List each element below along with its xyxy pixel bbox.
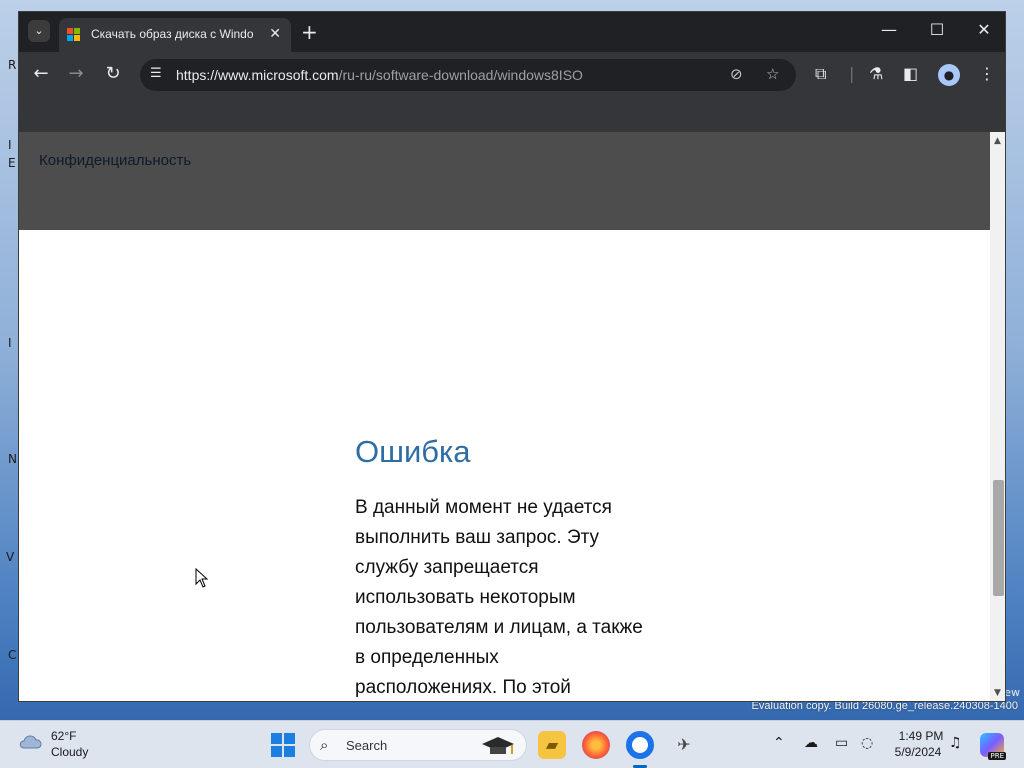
search-label: Search bbox=[346, 738, 388, 753]
desktop-icon-label[interactable]: V bbox=[6, 550, 14, 564]
error-line: использовать некоторым bbox=[355, 587, 576, 608]
page-viewport: Конфиденциальность Ошибка В данный момен… bbox=[19, 132, 990, 701]
weather-temperature[interactable]: 62°F bbox=[51, 729, 76, 743]
tab-search-button[interactable]: ⌄ bbox=[28, 20, 50, 42]
file-explorer-icon[interactable]: ▰ bbox=[538, 731, 566, 759]
weather-description[interactable]: Cloudy bbox=[51, 745, 88, 759]
error-line: пользователям и лицам, а также bbox=[355, 617, 643, 638]
extensions-icon[interactable]: ⧉ bbox=[815, 64, 826, 84]
reload-icon[interactable]: ↻ bbox=[101, 63, 125, 84]
bookmark-bar bbox=[19, 98, 1005, 132]
privacy-link[interactable]: Конфиденциальность bbox=[39, 152, 191, 169]
toolbar-divider: | bbox=[849, 64, 855, 83]
address-bar[interactable]: ☰ https://www.microsoft.com/ru-ru/softwa… bbox=[140, 59, 796, 91]
close-window-button[interactable]: ✕ bbox=[969, 20, 999, 39]
error-line: службу запрещается bbox=[355, 557, 539, 578]
tab-strip: ⌄ Скачать образ диска с Windo ✕ + — ☐ ✕ bbox=[19, 12, 1005, 52]
menu-kebab-icon[interactable]: ⋮ bbox=[979, 64, 995, 83]
error-line: В данный момент не удается bbox=[355, 497, 612, 518]
cloud-weather-icon[interactable] bbox=[18, 732, 44, 750]
desktop-icon-label[interactable]: E bbox=[8, 156, 16, 170]
taskbar-search[interactable]: ⌕ Search bbox=[309, 729, 527, 761]
drone-app-icon[interactable]: ✈ bbox=[670, 731, 698, 759]
page-scrollbar[interactable]: ▲ ▼ bbox=[990, 132, 1005, 701]
chrome-icon[interactable] bbox=[626, 731, 654, 759]
error-line: выполнить ваш запрос. Эту bbox=[355, 527, 600, 548]
tab-active[interactable]: Скачать образ диска с Windo ✕ bbox=[59, 18, 291, 52]
error-message: В данный момент не удается выполнить ваш… bbox=[355, 493, 675, 701]
url-text[interactable]: https://www.microsoft.com/ru-ru/software… bbox=[176, 67, 583, 83]
scroll-up-arrow-icon[interactable]: ▲ bbox=[994, 136, 1001, 146]
desktop-icon-label[interactable]: C bbox=[8, 648, 16, 662]
copilot-icon[interactable]: PRE bbox=[980, 733, 1006, 760]
clock-time[interactable]: 1:49 PM bbox=[896, 729, 946, 743]
cloud-offline-icon[interactable]: ☁ bbox=[804, 735, 818, 751]
desktop-icon-label[interactable]: I bbox=[8, 138, 12, 152]
chevron-down-icon: ⌄ bbox=[34, 24, 44, 37]
watermark-fragment: ew bbox=[1004, 686, 1020, 699]
forward-arrow-icon[interactable]: → bbox=[64, 63, 88, 84]
desktop-icon-label[interactable]: I bbox=[8, 336, 12, 350]
url-host: https://www.microsoft.com bbox=[176, 67, 339, 83]
error-line: в определенных bbox=[355, 647, 499, 668]
tab-title: Скачать образ диска с Windo bbox=[91, 27, 254, 41]
volume-muted-icon[interactable]: ◌ bbox=[861, 735, 873, 751]
firefox-icon[interactable] bbox=[582, 731, 610, 759]
star-icon[interactable]: ☆ bbox=[766, 65, 779, 83]
maximize-button[interactable]: ☐ bbox=[922, 20, 952, 39]
eye-slash-icon[interactable]: ⊘ bbox=[730, 65, 743, 83]
error-title: Ошибка bbox=[355, 434, 471, 469]
labs-flask-icon[interactable]: ⚗ bbox=[869, 64, 883, 83]
scrollbar-thumb[interactable] bbox=[993, 480, 1004, 596]
notification-bell-icon[interactable]: ♫ bbox=[949, 735, 962, 751]
chevron-up-icon[interactable]: ⌃ bbox=[773, 735, 785, 751]
minimize-button[interactable]: — bbox=[874, 20, 904, 39]
copilot-badge: PRE bbox=[988, 752, 1006, 760]
start-windows-icon[interactable] bbox=[271, 733, 295, 757]
graduation-cap-icon bbox=[482, 737, 514, 754]
taskbar: 62°F Cloudy ⌕ Search ▰ ✈ ⌃ ☁ ▭ ◌ 1:49 PM… bbox=[0, 720, 1024, 768]
desktop-icons: R I E I N V C bbox=[0, 0, 20, 720]
url-path: /ru-ru/software-download/windows8ISO bbox=[338, 67, 583, 83]
profile-avatar-icon[interactable]: ● bbox=[938, 64, 960, 86]
new-tab-button[interactable]: + bbox=[301, 20, 318, 44]
tab-close-icon[interactable]: ✕ bbox=[269, 26, 281, 42]
error-line: расположениях. По этой bbox=[355, 677, 571, 698]
side-panel-icon[interactable]: ◧ bbox=[903, 64, 918, 83]
desktop-icon-label[interactable]: R bbox=[8, 58, 16, 72]
browser-toolbar: ← → ↻ ☰ https://www.microsoft.com/ru-ru/… bbox=[19, 52, 1005, 98]
site-info-icon[interactable]: ☰ bbox=[150, 66, 162, 81]
browser-window: ⌄ Скачать образ диска с Windo ✕ + — ☐ ✕ … bbox=[18, 11, 1006, 702]
microsoft-logo-icon bbox=[67, 28, 81, 42]
back-arrow-icon[interactable]: ← bbox=[29, 63, 53, 84]
dimmed-footer-overlay: Конфиденциальность bbox=[19, 132, 990, 230]
mouse-cursor-icon bbox=[195, 568, 209, 588]
clock-date[interactable]: 5/9/2024 bbox=[890, 745, 946, 759]
desktop-icon-label[interactable]: N bbox=[8, 452, 17, 466]
search-icon: ⌕ bbox=[320, 736, 329, 754]
scroll-down-arrow-icon[interactable]: ▼ bbox=[994, 688, 1001, 698]
network-icon[interactable]: ▭ bbox=[835, 735, 848, 751]
